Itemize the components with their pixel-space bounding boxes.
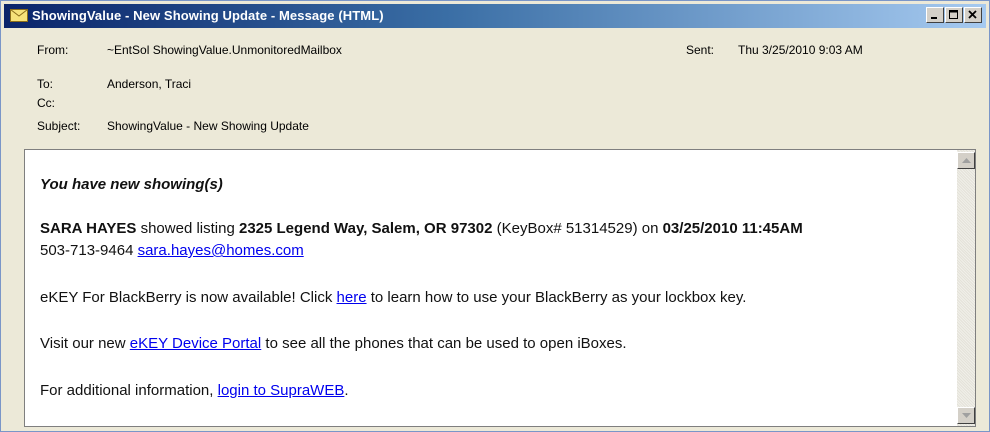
- sent-value: Thu 3/25/2010 9:03 AM: [738, 43, 863, 57]
- heading-text: You have new showing(s): [40, 176, 223, 193]
- arrow-down-icon: [962, 413, 971, 418]
- info-line: For additional information, login to Sup…: [40, 382, 349, 399]
- window-title: ShowingValue - New Showing Update - Mess…: [32, 8, 384, 23]
- to-value[interactable]: Anderson, Traci: [107, 77, 191, 91]
- cc-label: Cc:: [37, 96, 55, 110]
- suprawebs-login-link[interactable]: login to SupraWEB: [218, 382, 345, 399]
- scroll-up-button[interactable]: [957, 152, 975, 169]
- minimize-icon: [931, 17, 937, 19]
- title-bar[interactable]: ShowingValue - New Showing Update - Mess…: [4, 4, 986, 28]
- message-window: ShowingValue - New Showing Update - Mess…: [0, 0, 990, 432]
- from-label: From:: [37, 43, 69, 57]
- info-text-before: For additional information,: [40, 382, 214, 399]
- ekey-line: eKEY For BlackBerry is now available! Cl…: [40, 289, 746, 306]
- device-portal-link[interactable]: eKEY Device Portal: [130, 335, 261, 352]
- message-header: From: ~EntSol ShowingValue.UnmonitoredMa…: [1, 29, 989, 141]
- vertical-scrollbar[interactable]: [957, 150, 975, 426]
- contact-line: 503-713-9464 sara.hayes@homes.com: [40, 242, 304, 259]
- heading: You have new showing(s): [40, 176, 223, 193]
- listing-address: 2325 Legend Way, Salem, OR 97302: [238, 220, 493, 237]
- arrow-up-icon: [962, 158, 971, 163]
- portal-text-before: Visit our new: [40, 335, 126, 352]
- agent-email-link[interactable]: sara.hayes@homes.com: [138, 242, 304, 259]
- minimize-button[interactable]: [926, 7, 944, 23]
- scroll-down-button[interactable]: [957, 407, 975, 424]
- showing-line: SARA HAYES showed listing 2325 Legend Wa…: [40, 220, 803, 237]
- subject-label: Subject:: [37, 119, 81, 133]
- here-link[interactable]: here: [337, 289, 367, 306]
- showing-datetime: 03/25/2010 11:45AM: [662, 220, 803, 237]
- subject-value: ShowingValue - New Showing Update: [107, 119, 309, 133]
- to-label: To:: [37, 77, 54, 91]
- keybox-text: (KeyBox# 51314529) on: [496, 220, 659, 237]
- agent-phone: 503-713-9464: [40, 242, 134, 259]
- info-text-after: .: [344, 382, 349, 399]
- ekey-text-before: eKEY For BlackBerry is now available! Cl…: [40, 289, 333, 306]
- from-value[interactable]: ~EntSol ShowingValue.UnmonitoredMailbox: [107, 43, 342, 57]
- showed-listing-text: showed listing: [140, 220, 235, 237]
- message-body[interactable]: You have new showing(s) SARA HAYES showe…: [24, 149, 976, 427]
- close-icon: [968, 10, 977, 19]
- envelope-icon: [10, 9, 28, 22]
- portal-line: Visit our new eKEY Device Portal to see …: [40, 335, 627, 352]
- agent-name: SARA HAYES: [40, 220, 137, 237]
- portal-text-after: to see all the phones that can be used t…: [265, 335, 627, 352]
- restore-icon: [949, 10, 958, 19]
- restore-button[interactable]: [945, 7, 963, 23]
- sent-label: Sent:: [686, 43, 715, 57]
- ekey-text-after: to learn how to use your BlackBerry as y…: [370, 289, 747, 306]
- close-button[interactable]: [964, 7, 982, 23]
